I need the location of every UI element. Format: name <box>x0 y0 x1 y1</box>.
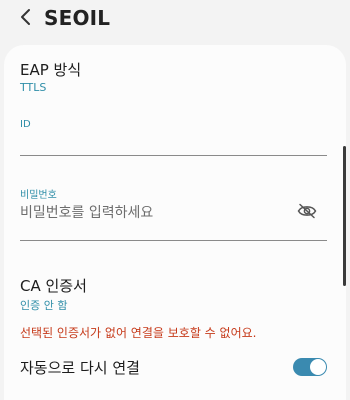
app-bar: SEOIL <box>0 0 350 40</box>
page-title: SEOIL <box>44 6 111 30</box>
identity-input[interactable] <box>20 129 290 153</box>
password-label: 비밀번호 <box>20 190 57 201</box>
eye-off-icon <box>297 203 317 223</box>
password-visibility-toggle[interactable] <box>294 200 320 226</box>
chevron-left-icon <box>19 8 31 30</box>
eap-method-value: TTLS <box>20 81 47 94</box>
ca-certificate-row[interactable]: CA 인증서 인증 안 함 <box>4 265 346 315</box>
scrollbar[interactable] <box>343 146 346 286</box>
password-input[interactable] <box>20 201 290 225</box>
eap-method-title: EAP 방식 <box>20 61 82 79</box>
password-underline <box>20 240 327 241</box>
ca-certificate-warning: 선택된 인증서가 없어 연결을 보호할 수 없어요. <box>20 326 257 340</box>
identity-underline <box>20 155 327 156</box>
toggle-knob <box>310 359 326 375</box>
auto-reconnect-toggle[interactable] <box>293 358 327 376</box>
back-button[interactable] <box>12 6 38 32</box>
eap-method-row[interactable]: EAP 방식 TTLS <box>4 45 346 99</box>
ca-certificate-value: 인증 안 함 <box>20 299 68 312</box>
wifi-network-settings-screen: SEOIL EAP 방식 TTLS ID 비밀번호 CA 인증서 인증 안 함 … <box>0 0 350 400</box>
auto-reconnect-label: 자동으로 다시 연결 <box>20 359 140 377</box>
settings-card: EAP 방식 TTLS ID 비밀번호 CA 인증서 인증 안 함 선택된 인증… <box>4 45 346 400</box>
ca-certificate-title: CA 인증서 <box>20 277 87 295</box>
